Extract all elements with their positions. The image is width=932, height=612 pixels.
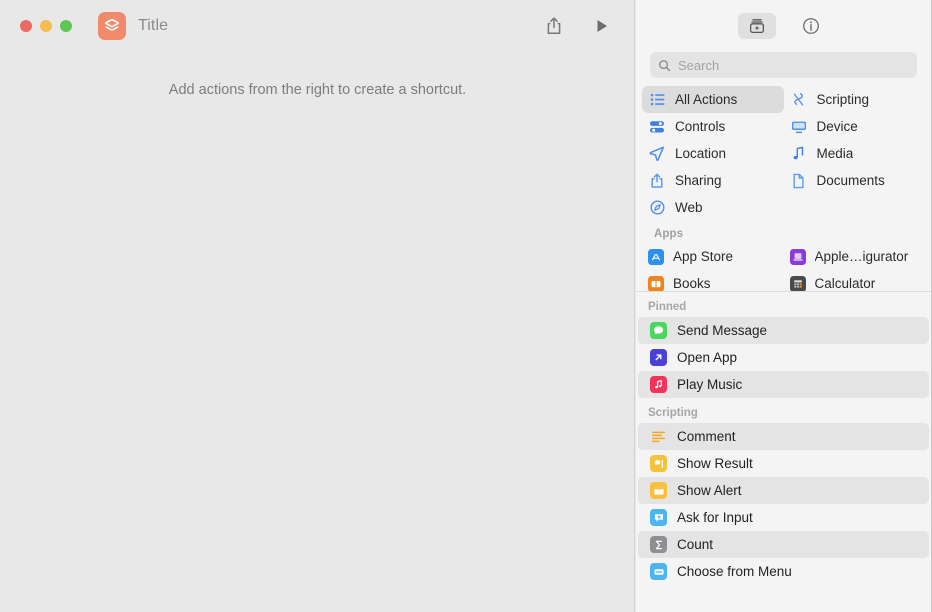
category-documents[interactable]: Documents <box>784 167 926 194</box>
action-label: Count <box>677 537 714 552</box>
sliders-icon <box>648 119 666 135</box>
category-media[interactable]: Media <box>784 140 926 167</box>
app-item-calculator[interactable]: Calculator <box>784 270 926 291</box>
category-columns: All Actions Controls Location Sharing We… <box>636 86 931 291</box>
music-note-icon <box>790 146 808 162</box>
search-input[interactable] <box>678 57 909 73</box>
category-device[interactable]: Device <box>784 113 926 140</box>
action-label: Play Music <box>677 377 743 392</box>
choose-menu-icon <box>650 563 667 580</box>
show-result-icon <box>650 455 667 472</box>
scripting-section-header: Scripting <box>648 407 698 419</box>
action-row-play-music[interactable]: Play Music <box>638 371 929 398</box>
count-sigma-icon <box>650 536 667 553</box>
category-all-actions[interactable]: All Actions <box>642 86 784 113</box>
category-controls[interactable]: Controls <box>642 113 784 140</box>
action-label: Show Result <box>677 456 753 471</box>
books-icon <box>648 275 664 291</box>
music-icon <box>650 376 667 393</box>
app-label: Books <box>673 276 711 291</box>
app-label: Apple…igurator <box>814 249 909 264</box>
category-label: Location <box>675 146 727 161</box>
action-row-show-result[interactable]: Show Result <box>638 450 929 477</box>
window-titlebar: Title <box>0 0 635 52</box>
category-label: Documents <box>816 173 885 188</box>
pinned-section-header: Pinned <box>648 301 687 313</box>
share-button[interactable] <box>537 11 571 41</box>
action-list[interactable]: Pinned Send Message Open App Play Music … <box>636 292 931 606</box>
comment-lines-icon <box>650 428 667 445</box>
category-label: Device <box>816 119 858 134</box>
messages-icon <box>650 322 667 339</box>
category-spacer <box>784 194 926 221</box>
calculator-icon <box>789 275 806 291</box>
document-icon <box>790 173 808 189</box>
category-label: Controls <box>675 119 726 134</box>
canvas-empty-message: Add actions from the right to create a s… <box>168 82 467 98</box>
app-label: App Store <box>673 249 734 264</box>
category-sharing[interactable]: Sharing <box>642 167 784 194</box>
action-row-send-message[interactable]: Send Message <box>638 317 929 344</box>
action-label: Comment <box>677 429 736 444</box>
category-column-right: Scripting Device Media Documents Apple…i… <box>784 86 926 291</box>
page-title[interactable]: Title <box>138 17 168 35</box>
category-location[interactable]: Location <box>642 140 784 167</box>
search-icon <box>658 59 671 72</box>
shortcuts-app-icon <box>98 12 126 40</box>
maximize-button[interactable] <box>60 20 72 32</box>
display-icon <box>790 119 808 135</box>
action-row-show-alert[interactable]: Show Alert <box>638 477 929 504</box>
category-label: Scripting <box>816 92 870 107</box>
list-bullet-icon <box>648 92 666 108</box>
show-alert-icon <box>650 482 667 499</box>
sidebar-toolbar <box>636 0 931 52</box>
share-up-icon <box>648 173 666 189</box>
app-item-books[interactable]: Books <box>642 270 784 291</box>
shortcuts-window: Title Add actions from the right to crea… <box>0 0 932 612</box>
action-library-sidebar: All Actions Controls <box>636 0 932 612</box>
action-label: Open App <box>677 350 738 365</box>
apple-configurator-icon <box>789 248 806 265</box>
action-row-count[interactable]: Count <box>638 531 929 558</box>
paperplane-icon <box>648 146 666 162</box>
action-label: Show Alert <box>677 483 742 498</box>
category-label: All Actions <box>675 92 738 107</box>
compass-icon <box>648 200 666 216</box>
category-label: Web <box>675 200 703 215</box>
open-app-icon <box>650 349 667 366</box>
category-column-left: All Actions Controls Location Sharing We… <box>642 86 784 291</box>
info-icon[interactable] <box>792 13 830 39</box>
close-button[interactable] <box>20 20 32 32</box>
action-row-open-app[interactable]: Open App <box>638 344 929 371</box>
category-web[interactable]: Web <box>642 194 784 221</box>
category-grid[interactable]: All Actions Controls Location Sharing We… <box>636 86 931 292</box>
action-row-choose-from-menu[interactable]: Choose from Menu <box>638 558 929 585</box>
search-field[interactable] <box>650 52 917 78</box>
app-item-app-store[interactable]: App Store <box>642 243 784 270</box>
app-item-apple-configurator[interactable]: Apple…igurator <box>784 243 926 270</box>
action-row-ask-for-input[interactable]: Ask for Input <box>638 504 929 531</box>
shortcut-canvas-pane: Title Add actions from the right to crea… <box>0 0 635 612</box>
category-scripting[interactable]: Scripting <box>784 86 926 113</box>
action-label: Choose from Menu <box>677 564 792 579</box>
ask-input-icon <box>650 509 667 526</box>
traffic-lights <box>20 20 72 32</box>
minimize-button[interactable] <box>40 20 52 32</box>
apps-section-header: Apps <box>654 228 684 240</box>
action-label: Ask for Input <box>677 510 753 525</box>
action-label: Send Message <box>677 323 768 338</box>
action-row-comment[interactable]: Comment <box>638 423 929 450</box>
run-button[interactable] <box>585 11 619 41</box>
script-icon <box>790 92 808 108</box>
category-label: Media <box>816 146 854 161</box>
app-label: Calculator <box>814 276 876 291</box>
app-store-icon <box>648 248 664 265</box>
category-label: Sharing <box>675 173 722 188</box>
action-library-icon[interactable] <box>737 13 776 39</box>
